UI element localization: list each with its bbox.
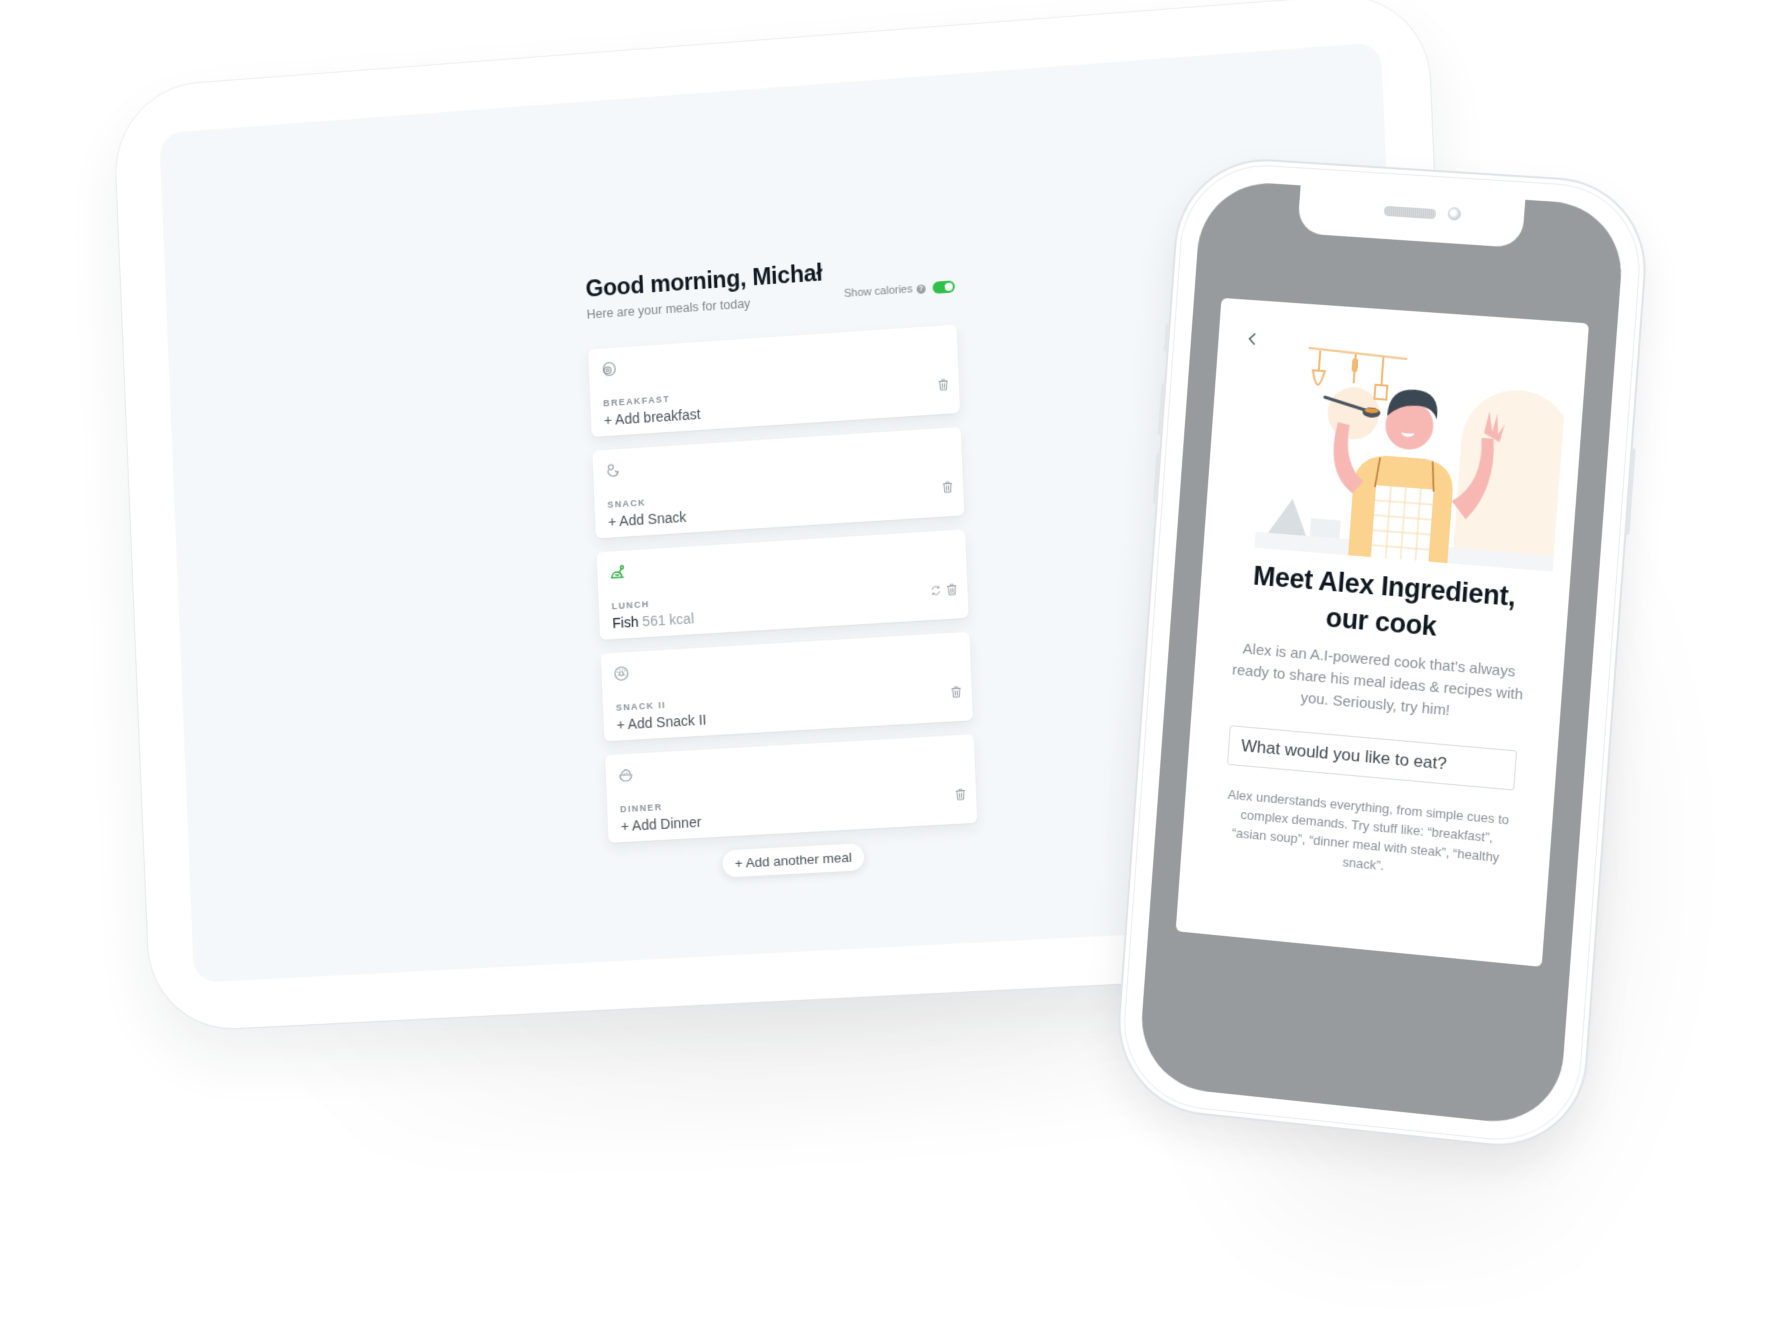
trash-icon[interactable] <box>955 787 967 806</box>
meal-value[interactable]: Fish 561 kcal <box>612 610 694 631</box>
meal-label: Dinner <box>619 801 663 815</box>
chef-illustration <box>1254 337 1569 572</box>
silent-switch <box>1163 323 1170 352</box>
add-snack-button[interactable]: + Add Snack <box>608 509 687 530</box>
trash-icon[interactable] <box>950 685 962 704</box>
meal-label: Breakfast <box>603 393 671 409</box>
back-button[interactable] <box>1243 329 1262 348</box>
donut-icon <box>613 665 629 682</box>
meal-label: Snack <box>607 497 647 510</box>
croissant-icon <box>605 462 621 479</box>
add-another-meal-button[interactable]: + Add another meal <box>722 843 865 878</box>
chicken-icon <box>609 564 625 581</box>
trash-icon[interactable] <box>942 480 954 499</box>
salad-bowl-icon <box>617 767 633 784</box>
refresh-icon[interactable] <box>930 583 942 602</box>
meal-planner: Good morning, Michał Here are your meals… <box>585 250 979 883</box>
show-calories-toggle[interactable] <box>932 280 956 294</box>
trash-icon[interactable] <box>937 377 949 396</box>
meal-list: Breakfast + Add breakfast Snack + Add Sn… <box>588 324 978 843</box>
meal-card-snack-2[interactable]: Snack II + Add Snack II <box>600 631 974 742</box>
input-hint: Alex understands everything, from simple… <box>1227 786 1510 874</box>
egg-icon <box>601 361 617 378</box>
cook-intro-card: Meet Alex Ingredient, our cook Alex is a… <box>1175 297 1590 967</box>
meal-card-snack[interactable]: Snack + Add Snack <box>592 426 965 539</box>
speaker-grille <box>1383 205 1437 220</box>
phone-device: Meet Alex Ingredient, our cook Alex is a… <box>1112 153 1653 1155</box>
meal-label: Snack II <box>615 699 667 713</box>
meal-card-dinner[interactable]: Dinner + Add Dinner <box>605 734 978 843</box>
front-camera <box>1447 206 1462 221</box>
card-description: Alex is an A.I-powered cook that’s alway… <box>1231 640 1524 720</box>
chevron-left-icon <box>1243 329 1262 348</box>
dish-calories: 561 kcal <box>642 610 695 630</box>
trash-icon[interactable] <box>946 582 958 601</box>
dish-name: Fish <box>612 613 639 632</box>
phone-screen: Meet Alex Ingredient, our cook Alex is a… <box>1137 179 1627 1129</box>
add-dinner-button[interactable]: + Add Dinner <box>620 814 701 834</box>
add-snack-2-button[interactable]: + Add Snack II <box>616 712 706 733</box>
meal-card-breakfast[interactable]: Breakfast + Add breakfast <box>588 324 961 438</box>
phone-notch <box>1297 183 1526 249</box>
meal-label: Lunch <box>611 598 650 612</box>
help-icon[interactable]: ? <box>916 283 926 294</box>
meal-request-input[interactable] <box>1226 725 1518 791</box>
add-breakfast-button[interactable]: + Add breakfast <box>604 406 701 428</box>
meal-card-lunch[interactable]: Lunch Fish 561 kcal <box>596 529 969 640</box>
